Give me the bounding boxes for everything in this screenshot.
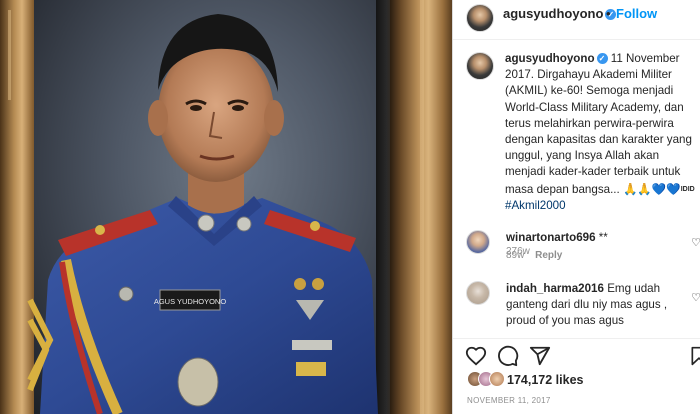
- caption-username[interactable]: agusyudhoyono ✓: [505, 52, 608, 65]
- comment-text: winartonarto696 **: [506, 230, 691, 246]
- comment-meta: 89w Reply: [506, 250, 562, 261]
- caption-avatar[interactable]: [466, 52, 494, 80]
- comment-icon[interactable]: [497, 345, 519, 367]
- author-username[interactable]: agusyudhoyono ✓: [503, 6, 617, 21]
- hashtag-link[interactable]: #Akmil2000: [505, 199, 566, 212]
- commenter-username[interactable]: indah_harma2016: [506, 282, 604, 295]
- post-side-panel: agusyudhoyono ✓ • Follow agusyudhoyono ✓ 1…: [452, 0, 700, 414]
- reply-button[interactable]: Reply: [535, 250, 562, 261]
- post-actions: 174,172 likes NOVEMBER 11, 2017: [453, 338, 700, 414]
- commenter-avatar[interactable]: [466, 281, 490, 305]
- post-date[interactable]: NOVEMBER 11, 2017: [467, 396, 551, 405]
- header-separator: •: [606, 6, 611, 21]
- comment-time[interactable]: 89w: [506, 250, 524, 261]
- commenter-username[interactable]: winartonarto696: [506, 231, 596, 244]
- commenter-avatar[interactable]: [466, 230, 490, 254]
- portrait-illustration: AGUS YUDHOYONO: [8, 0, 424, 414]
- share-icon[interactable]: [529, 345, 551, 367]
- caption-text: agusyudhoyono ✓ 11 November 2017. Dirgaha…: [505, 51, 700, 214]
- comment-text: indah_harma2016 Emg udah ganteng dari dl…: [506, 281, 691, 330]
- likes-count[interactable]: 174,172 likes: [507, 373, 583, 387]
- heart-icon[interactable]: [465, 345, 487, 367]
- comment-body: **: [598, 231, 608, 244]
- name-tag-text: AGUS YUDHOYONO: [154, 297, 227, 306]
- post-photo[interactable]: AGUS YUDHOYONO: [0, 0, 452, 414]
- post-header: agusyudhoyono ✓ • Follow: [453, 0, 700, 40]
- heart-small-icon[interactable]: ♡: [691, 236, 700, 249]
- caption-idid: IDID: [680, 185, 695, 193]
- author-avatar[interactable]: [466, 4, 494, 32]
- liker-avatar: [489, 371, 505, 387]
- caption-emoji: 🙏🙏💙💙: [622, 181, 681, 196]
- bookmark-icon[interactable]: [689, 345, 700, 367]
- caption-body: Dirgahayu Akademi Militer (AKMIL) ke-60!…: [505, 68, 692, 196]
- verified-badge-icon: ✓: [596, 53, 608, 65]
- follow-button[interactable]: Follow: [616, 6, 657, 21]
- heart-small-icon[interactable]: ♡: [691, 291, 700, 304]
